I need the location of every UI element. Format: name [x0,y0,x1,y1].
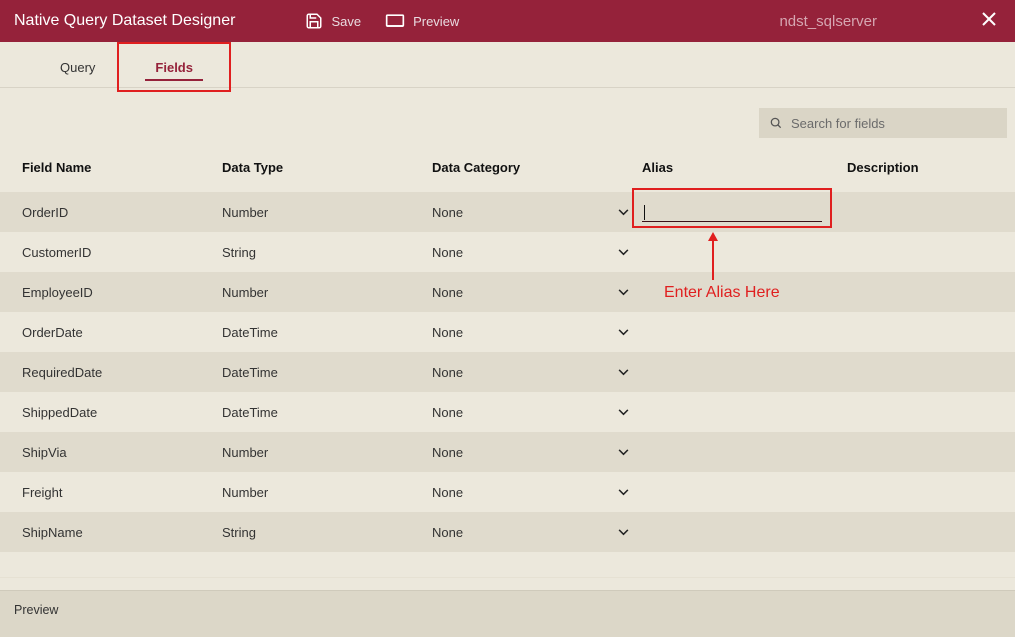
search-input[interactable] [791,116,997,131]
cell-alias[interactable] [642,312,847,352]
table-row[interactable]: ShippedDateDateTimeNone [0,392,1015,432]
chevron-down-icon[interactable] [616,449,630,456]
category-value: None [432,405,608,420]
cell-field-name: RequiredDate [22,365,222,380]
category-value: None [432,285,608,300]
table-row[interactable]: OrderIDNumberNone [0,192,1015,232]
cell-alias[interactable] [642,352,847,392]
cell-data-type: String [222,525,432,540]
cell-data-category[interactable]: None [432,325,642,340]
cell-data-category[interactable]: None [432,485,642,500]
grid-header: Field Name Data Type Data Category Alias… [0,142,1015,192]
cell-data-type: String [222,245,432,260]
chevron-down-icon[interactable] [616,289,630,296]
table-row[interactable]: CustomerIDStringNone [0,232,1015,272]
cell-data-type: DateTime [222,325,432,340]
save-icon [305,12,323,30]
preview-panel-label: Preview [14,603,58,617]
app-title: Native Query Dataset Designer [14,12,235,30]
cell-data-category[interactable]: None [432,285,642,300]
cell-field-name: OrderID [22,205,222,220]
cell-data-type: Number [222,205,432,220]
text-caret [644,205,645,220]
chevron-down-icon[interactable] [616,489,630,496]
cell-field-name: EmployeeID [22,285,222,300]
chevron-down-icon[interactable] [616,369,630,376]
cell-data-category[interactable]: None [432,445,642,460]
col-data-type: Data Type [222,160,432,175]
cell-alias[interactable] [642,272,847,312]
chevron-down-icon[interactable] [616,409,630,416]
cell-data-type: DateTime [222,405,432,420]
cell-data-category[interactable]: None [432,245,642,260]
cell-alias[interactable] [642,512,847,552]
title-bar: Native Query Dataset Designer Save Previ… [0,0,1015,42]
preview-label: Preview [413,14,459,29]
save-label: Save [331,14,361,29]
close-button[interactable] [977,7,1001,36]
category-value: None [432,205,608,220]
table-row[interactable]: EmployeeIDNumberNone [0,272,1015,312]
col-alias: Alias [642,160,847,175]
search-box[interactable] [759,108,1007,138]
chevron-down-icon[interactable] [616,209,630,216]
col-data-category: Data Category [432,160,642,175]
chevron-down-icon[interactable] [616,529,630,536]
table-row[interactable]: OrderDateDateTimeNone [0,312,1015,352]
save-button[interactable]: Save [305,12,361,30]
titlebar-actions: Save Preview [305,12,459,30]
tab-query[interactable]: Query [40,60,115,87]
cell-data-type: Number [222,445,432,460]
cell-field-name: ShippedDate [22,405,222,420]
col-field-name: Field Name [22,160,222,175]
cell-alias[interactable] [642,392,847,432]
fields-grid: Field Name Data Type Data Category Alias… [0,142,1015,552]
dataset-name: ndst_sqlserver [779,13,877,30]
cell-data-category[interactable]: None [432,525,642,540]
alias-input[interactable] [642,202,822,222]
table-row[interactable]: FreightNumberNone [0,472,1015,512]
cell-field-name: OrderDate [22,325,222,340]
cell-data-category[interactable]: None [432,365,642,380]
table-row[interactable]: ShipViaNumberNone [0,432,1015,472]
col-description: Description [847,160,1009,175]
category-value: None [432,485,608,500]
cell-alias[interactable] [642,472,847,512]
chevron-down-icon[interactable] [616,249,630,256]
cell-field-name: CustomerID [22,245,222,260]
cell-alias[interactable] [642,192,847,232]
cell-field-name: ShipName [22,525,222,540]
cell-data-type: Number [222,485,432,500]
cell-alias[interactable] [642,232,847,272]
cell-data-category[interactable]: None [432,405,642,420]
search-row [0,88,1015,142]
preview-panel-header[interactable]: Preview [0,590,1015,637]
chevron-down-icon[interactable] [616,329,630,336]
search-icon [769,116,783,130]
table-row[interactable]: RequiredDateDateTimeNone [0,352,1015,392]
cell-field-name: ShipVia [22,445,222,460]
cell-data-type: Number [222,285,432,300]
cell-data-type: DateTime [222,365,432,380]
category-value: None [432,245,608,260]
cell-alias[interactable] [642,432,847,472]
preview-icon [385,13,405,29]
category-value: None [432,445,608,460]
preview-button[interactable]: Preview [385,13,459,29]
cell-data-category[interactable]: None [432,205,642,220]
cell-field-name: Freight [22,485,222,500]
tabs: Query Fields [0,42,1015,88]
tab-fields[interactable]: Fields [135,60,213,87]
category-value: None [432,365,608,380]
table-row[interactable]: ShipNameStringNone [0,512,1015,552]
category-value: None [432,325,608,340]
category-value: None [432,525,608,540]
